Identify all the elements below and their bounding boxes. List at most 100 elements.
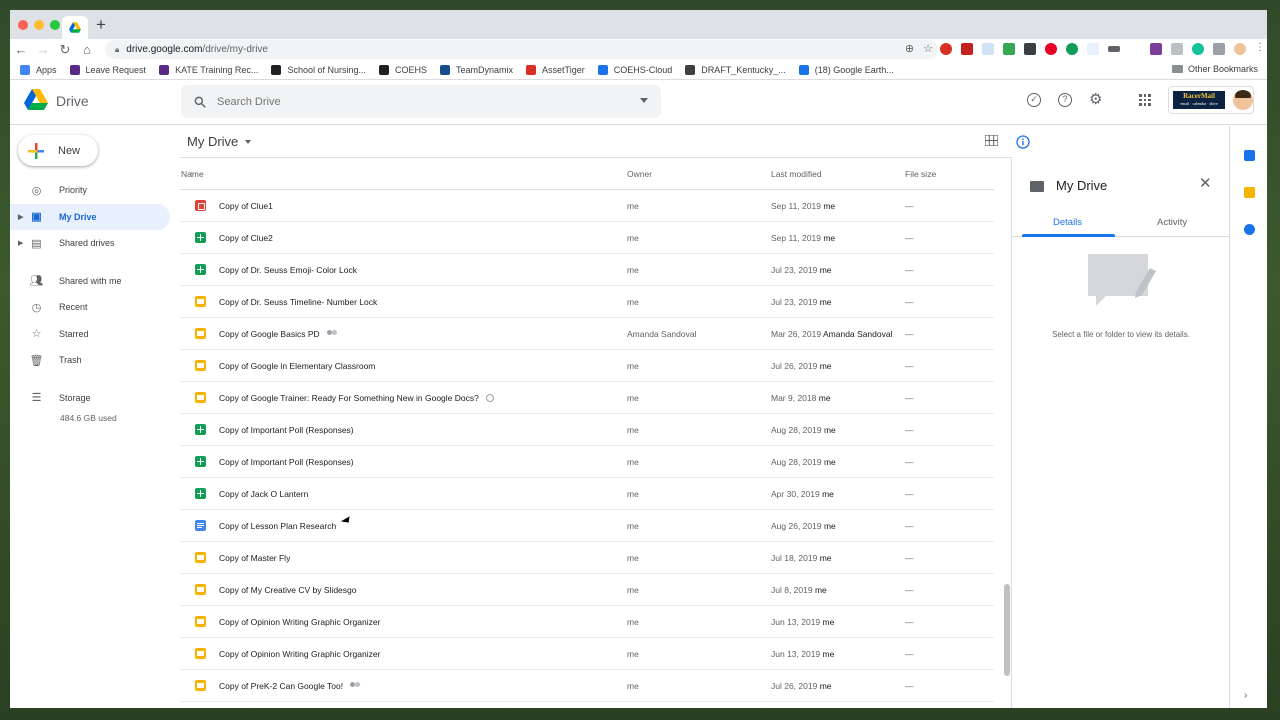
table-row[interactable]: Copy of Important Poll (Responses) me Aug … bbox=[180, 414, 994, 446]
tasks-addon-icon[interactable] bbox=[1244, 224, 1255, 235]
sidebar-item-priority[interactable]: ◎ Priority bbox=[10, 177, 170, 204]
home-button[interactable]: ⌂ bbox=[76, 42, 98, 57]
table-row[interactable]: Copy of Google in Elementary Classroom me… bbox=[180, 350, 994, 382]
app-name[interactable]: Drive bbox=[56, 93, 89, 109]
column-header-modified[interactable]: Last modified bbox=[771, 169, 822, 179]
minimize-window-button[interactable] bbox=[34, 20, 44, 30]
table-row[interactable]: Copy of Important Poll (Responses) me Aug … bbox=[180, 446, 994, 478]
file-name[interactable]: Copy of Dr. Seuss Emoji- Color Lock bbox=[219, 265, 357, 275]
file-name[interactable]: Copy of Lesson Plan Research bbox=[219, 521, 336, 531]
bookmark-item[interactable]: AssetTiger bbox=[526, 64, 585, 75]
bookmark-item[interactable]: COEHS bbox=[378, 64, 427, 75]
file-name[interactable]: Copy of Master Fly bbox=[219, 553, 290, 563]
tab-details[interactable]: Details bbox=[1053, 217, 1082, 228]
reload-button[interactable]: ↻ bbox=[54, 42, 76, 58]
back-button[interactable]: ← bbox=[10, 42, 32, 57]
sidebar-item-shared-drives[interactable]: ▶ ▤ Shared drives bbox=[10, 230, 170, 257]
table-row[interactable]: Copy of My Creative CV by Slidesgo me Jul … bbox=[180, 574, 994, 606]
table-row[interactable]: Copy of Dr. Seuss Emoji- Color Lock me Jul… bbox=[180, 254, 994, 286]
extension-icon[interactable] bbox=[1024, 43, 1036, 55]
search-icon[interactable] bbox=[193, 95, 207, 109]
browser-menu-icon[interactable]: ⋮ bbox=[1255, 43, 1267, 55]
file-name[interactable]: Copy of Clue1 bbox=[219, 201, 273, 211]
calendar-addon-icon[interactable] bbox=[1244, 150, 1255, 161]
search-input[interactable] bbox=[217, 95, 617, 108]
sidebar-item-starred[interactable]: ☆ Starred bbox=[10, 321, 170, 348]
scrollbar-thumb[interactable] bbox=[1004, 584, 1010, 676]
bookmark-item[interactable]: School of Nursing... bbox=[271, 64, 366, 75]
bookmark-item[interactable]: (18) Google Earth... bbox=[798, 64, 894, 75]
table-row[interactable]: Copy of Lesson Plan Research me Aug 26, 20… bbox=[180, 510, 994, 542]
google-apps-icon[interactable] bbox=[1139, 94, 1151, 106]
table-row[interactable]: Copy of Dr. Seuss Timeline- Number Lock m… bbox=[180, 286, 994, 318]
extension-icon[interactable] bbox=[1171, 43, 1183, 55]
expand-arrow-icon[interactable]: ▶ bbox=[18, 213, 23, 221]
extension-icon[interactable] bbox=[1129, 43, 1141, 55]
file-name[interactable]: Copy of Opinion Writing Graphic Organize… bbox=[219, 617, 380, 627]
pinterest-extension-icon[interactable] bbox=[1045, 43, 1057, 55]
extension-icon[interactable] bbox=[1213, 43, 1225, 55]
table-row[interactable]: Copy of Clue2 me Sep 11, 2019 me — bbox=[180, 222, 994, 254]
tab-drive[interactable] bbox=[62, 16, 88, 39]
breadcrumb[interactable]: My Drive bbox=[180, 126, 1012, 158]
sidebar-item-trash[interactable]: 🗑︎ Trash bbox=[10, 347, 170, 374]
file-name[interactable]: Copy of Opinion Writing Graphic Organize… bbox=[219, 649, 380, 659]
file-name[interactable]: Copy of Google Trainer: Ready For Someth… bbox=[219, 393, 494, 403]
grid-view-icon[interactable] bbox=[985, 135, 998, 146]
grammarly-extension-icon[interactable] bbox=[1192, 43, 1204, 55]
maximize-window-button[interactable] bbox=[50, 20, 60, 30]
other-bookmarks[interactable]: Other Bookmarks bbox=[1171, 64, 1258, 74]
chevron-right-icon[interactable]: › bbox=[1244, 690, 1247, 701]
file-name[interactable]: Copy of Google in Elementary Classroom bbox=[219, 361, 375, 371]
table-row[interactable]: Copy of Google Basics PD Amanda Sandoval M… bbox=[180, 318, 994, 350]
extension-icon[interactable] bbox=[1003, 43, 1015, 55]
new-tab-button[interactable]: + bbox=[96, 15, 106, 35]
table-row[interactable]: Copy of Jack O Lantern me Apr 30, 2019 me — bbox=[180, 478, 994, 510]
sidebar-item-my-drive[interactable]: ▶ ▣ My Drive bbox=[10, 203, 170, 230]
tab-activity[interactable]: Activity bbox=[1157, 217, 1187, 228]
settings-gear-icon[interactable]: ⚙ bbox=[1089, 92, 1102, 107]
close-icon[interactable]: ✕ bbox=[1199, 174, 1212, 192]
info-icon[interactable] bbox=[1016, 135, 1030, 149]
address-bar[interactable]: 🔒︎ drive.google.com/drive/my-drive ⊕ ☆ bbox=[105, 40, 938, 59]
table-row[interactable]: Copy of PreK-2 Can Google Too! me Jul 26, … bbox=[180, 670, 994, 702]
keep-addon-icon[interactable] bbox=[1244, 187, 1255, 198]
table-row[interactable]: Copy of Opinion Writing Graphic Organize… bbox=[180, 638, 994, 670]
extension-icon[interactable] bbox=[982, 43, 994, 55]
extension-icon[interactable] bbox=[1087, 43, 1099, 55]
adblock-extension-icon[interactable] bbox=[940, 43, 952, 55]
file-name[interactable]: Copy of Important Poll (Responses) bbox=[219, 425, 354, 435]
table-row[interactable]: Copy of Master Fly me Jul 18, 2019 me — bbox=[180, 542, 994, 574]
extension-icon[interactable] bbox=[961, 43, 973, 55]
column-header-name[interactable]: Name ↑ bbox=[181, 169, 204, 179]
profile-avatar[interactable] bbox=[1234, 43, 1246, 55]
extension-icon[interactable] bbox=[1066, 43, 1078, 55]
search-box[interactable] bbox=[181, 85, 661, 118]
expand-arrow-icon[interactable]: ▶ bbox=[18, 239, 23, 247]
table-row[interactable]: Copy of Clue1 me Sep 11, 2019 me — bbox=[180, 190, 994, 222]
file-name[interactable]: Copy of Google Basics PD bbox=[219, 329, 337, 339]
offline-status-icon[interactable]: ✓ bbox=[1027, 93, 1041, 107]
sidebar-item-recent[interactable]: ◷ Recent bbox=[10, 294, 170, 321]
close-window-button[interactable] bbox=[18, 20, 28, 30]
forward-button[interactable]: → bbox=[32, 42, 54, 57]
new-button[interactable]: New bbox=[18, 135, 98, 166]
sidebar-item-storage[interactable]: ☰ Storage bbox=[10, 385, 170, 412]
extension-icon[interactable] bbox=[1150, 43, 1162, 55]
bookmark-item[interactable]: DRAFT_Kentucky_... bbox=[685, 64, 786, 75]
bookmark-item[interactable]: COEHS-Cloud bbox=[597, 64, 672, 75]
table-row[interactable]: Copy of Google Trainer: Ready For Someth… bbox=[180, 382, 994, 414]
bookmark-item[interactable]: Leave Request bbox=[69, 64, 146, 75]
file-name[interactable]: Copy of Jack O Lantern bbox=[219, 489, 308, 499]
bookmark-item[interactable]: TeamDynamix bbox=[440, 64, 513, 75]
drive-logo-icon[interactable] bbox=[24, 89, 48, 110]
file-name[interactable]: Copy of Dr. Seuss Timeline- Number Lock bbox=[219, 297, 377, 307]
column-header-owner[interactable]: Owner bbox=[627, 169, 652, 179]
sidebar-item-shared-with-me[interactable]: 👥︎ Shared with me bbox=[10, 268, 170, 295]
bookmark-star-icon[interactable]: ☆ bbox=[923, 42, 933, 55]
search-options-icon[interactable] bbox=[640, 98, 648, 103]
file-name[interactable]: Copy of My Creative CV by Slidesgo bbox=[219, 585, 356, 595]
file-name[interactable]: Copy of Important Poll (Responses) bbox=[219, 457, 354, 467]
page-title[interactable]: My Drive bbox=[187, 134, 238, 149]
bookmark-item[interactable]: Apps bbox=[20, 64, 57, 75]
